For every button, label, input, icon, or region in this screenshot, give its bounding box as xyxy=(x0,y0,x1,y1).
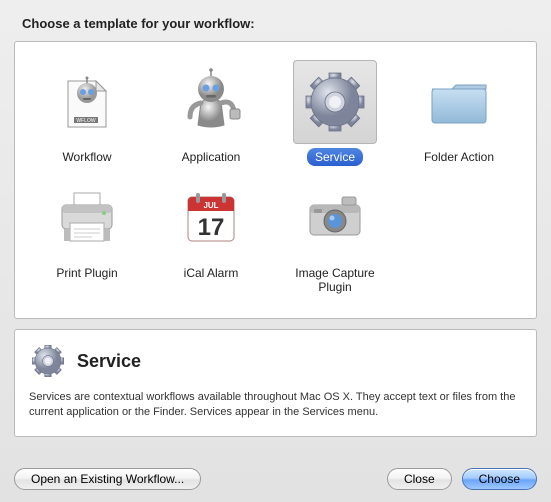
close-button[interactable]: Close xyxy=(387,468,452,490)
template-description-panel: Service Services are contextual workflow… xyxy=(14,329,537,437)
template-label: Image Capture Plugin xyxy=(273,264,397,296)
template-label: Folder Action xyxy=(416,148,502,166)
svg-text:WFLOW: WFLOW xyxy=(76,118,95,124)
template-label: iCal Alarm xyxy=(176,264,247,282)
description-text: Services are contextual workflows availa… xyxy=(29,390,522,420)
template-item-printplugin[interactable]: Print Plugin xyxy=(25,176,149,296)
template-label: Print Plugin xyxy=(48,264,125,282)
service-icon xyxy=(293,60,377,144)
template-item-folderaction[interactable]: Folder Action xyxy=(397,60,521,166)
printer-icon xyxy=(45,176,129,260)
template-item-application[interactable]: Application xyxy=(149,60,273,166)
folder-icon xyxy=(417,60,501,144)
template-label: Workflow xyxy=(54,148,119,166)
template-list: WFLOW Workflow xyxy=(14,41,537,319)
template-label: Application xyxy=(174,148,249,166)
template-item-workflow[interactable]: WFLOW Workflow xyxy=(25,60,149,166)
calendar-icon: JUL 17 xyxy=(169,176,253,260)
template-label: Service xyxy=(307,148,363,166)
template-chooser-dialog: Choose a template for your workflow: WFL… xyxy=(0,0,551,502)
application-icon xyxy=(169,60,253,144)
choose-button[interactable]: Choose xyxy=(462,468,537,490)
svg-text:JUL: JUL xyxy=(203,201,218,210)
svg-text:17: 17 xyxy=(198,214,225,241)
gear-icon xyxy=(29,342,67,380)
template-item-icalalarm[interactable]: JUL 17 iCal Alarm xyxy=(149,176,273,296)
template-item-imagecapture[interactable]: Image Capture Plugin xyxy=(273,176,397,296)
dialog-title: Choose a template for your workflow: xyxy=(22,16,537,31)
camera-icon xyxy=(293,176,377,260)
template-item-service[interactable]: Service xyxy=(273,60,397,166)
open-existing-button[interactable]: Open an Existing Workflow... xyxy=(14,468,201,490)
workflow-icon: WFLOW xyxy=(45,60,129,144)
description-title: Service xyxy=(77,351,141,372)
